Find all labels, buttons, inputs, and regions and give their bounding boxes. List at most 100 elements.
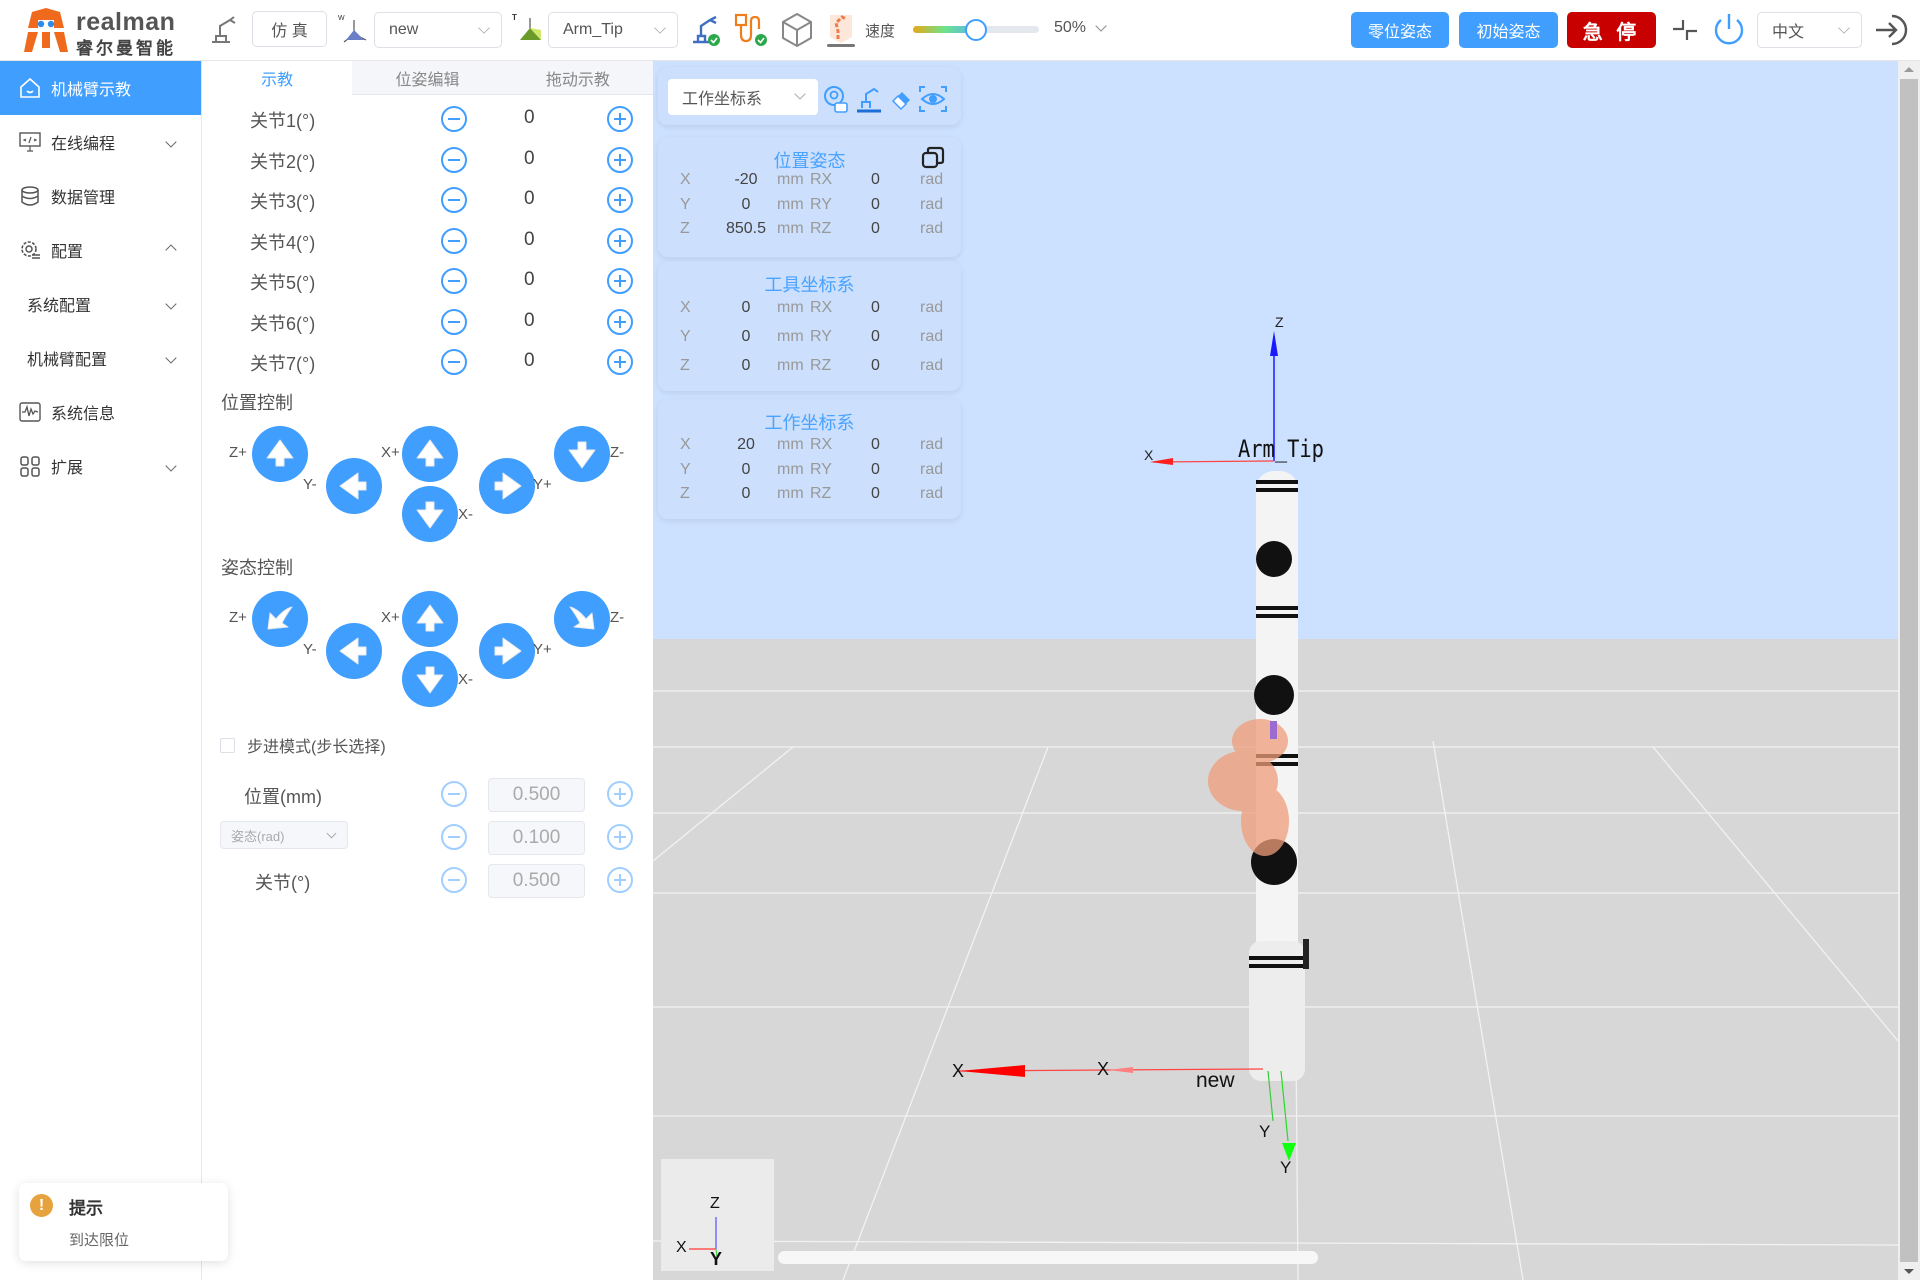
collision-robot-icon[interactable] <box>824 11 858 49</box>
frame-toolbar: 工作坐标系 <box>658 67 961 125</box>
viewport-horizontal-scrollbar[interactable] <box>778 1251 1318 1264</box>
position-y-minus-button[interactable] <box>326 458 382 514</box>
axis-unit: mm <box>777 436 804 453</box>
step-position-decrease-button[interactable] <box>441 781 467 807</box>
joint-increase-button[interactable] <box>607 308 633 335</box>
joint-increase-button[interactable] <box>607 227 633 254</box>
orientation-y-plus-button[interactable] <box>479 623 535 679</box>
step-unit-select[interactable]: 姿态(rad) <box>220 821 348 849</box>
orientation-z-plus-button[interactable] <box>252 591 308 647</box>
position-z-minus-button[interactable] <box>554 426 610 482</box>
joint-decrease-button[interactable] <box>441 349 467 375</box>
scroll-down-arrow-icon[interactable] <box>1904 1269 1914 1274</box>
robot-connected-icon[interactable] <box>690 12 722 48</box>
joint-increase-button[interactable] <box>607 349 633 375</box>
rotation-unit: rad <box>920 171 944 188</box>
orientation-y-minus-button[interactable] <box>326 623 382 679</box>
orientation-x-minus-button[interactable] <box>402 651 458 707</box>
arrow-rotr-icon <box>569 606 595 630</box>
robot-arm-icon[interactable] <box>208 14 238 46</box>
search-point-icon[interactable] <box>823 85 849 115</box>
tab-drag-teach[interactable]: 拖动示教 <box>502 61 653 95</box>
eraser-icon[interactable] <box>890 87 914 111</box>
arrow-down-icon <box>416 666 444 694</box>
tool-frame-select[interactable]: Arm_Tip <box>548 12 678 48</box>
rotation-unit: rad <box>920 357 944 374</box>
coordinate-frame-select[interactable]: 工作坐标系 <box>668 79 818 115</box>
chevron-down-icon <box>478 22 490 34</box>
view-eye-icon[interactable] <box>918 84 948 114</box>
vertical-scrollbar[interactable] <box>1898 61 1920 1280</box>
speed-dropdown-chevron-icon[interactable] <box>1095 20 1107 32</box>
scrollbar-thumb[interactable] <box>1900 79 1918 1262</box>
step-orientation-input[interactable]: 0.100 <box>488 821 585 855</box>
joint-decrease-button[interactable] <box>441 268 467 294</box>
joint-decrease-button[interactable] <box>441 187 467 213</box>
realman-logo-icon <box>24 8 68 52</box>
step-position-increase-button[interactable] <box>607 781 633 807</box>
io-connected-icon[interactable] <box>734 11 770 49</box>
language-select[interactable]: 中文 <box>1757 12 1862 48</box>
position-x-plus-button[interactable] <box>402 426 458 482</box>
joint-decrease-button[interactable] <box>441 146 467 173</box>
work-frame-select[interactable]: new <box>374 12 502 48</box>
step-mode-toggle[interactable]: 步进模式(步长选择) <box>220 733 386 757</box>
sidebar-item-arm-config[interactable]: 机械臂配置 <box>0 331 201 385</box>
toast-message: 到达限位 <box>69 1232 130 1249</box>
sidebar-item-online-programming[interactable]: 在线编程 <box>0 115 201 169</box>
rotation-unit: rad <box>920 220 944 237</box>
step-joint-decrease-button[interactable] <box>441 867 467 893</box>
sidebar-item-system-info[interactable]: 系统信息 <box>0 385 201 439</box>
step-orientation-decrease-button[interactable] <box>441 824 467 850</box>
orientation-x-plus-button[interactable] <box>402 591 458 647</box>
simulation-mode-button[interactable]: 仿 真 <box>252 11 327 47</box>
work-frame-value: new <box>389 21 419 38</box>
tab-pose-edit[interactable]: 位姿编辑 <box>352 61 503 95</box>
joint-increase-button[interactable] <box>607 146 633 173</box>
position-z-plus-button[interactable] <box>252 426 308 482</box>
tab-teach[interactable]: 示教 <box>202 61 353 95</box>
arrow-left-icon <box>339 472 367 500</box>
orientation-x-minus-label: X- <box>458 671 473 688</box>
chevron-down-icon <box>165 460 177 472</box>
orientation-z-minus-button[interactable] <box>554 591 610 647</box>
collapse-icon[interactable] <box>1670 14 1700 46</box>
joint-increase-button[interactable] <box>607 268 633 294</box>
scroll-up-arrow-icon[interactable] <box>1904 67 1914 72</box>
zero-pose-button[interactable]: 零位姿态 <box>1351 12 1449 48</box>
robot-teach-icon[interactable] <box>854 84 884 114</box>
step-position-input[interactable]: 0.500 <box>488 778 585 812</box>
base-x-label: X <box>952 1061 964 1081</box>
3d-cube-icon[interactable] <box>780 11 814 49</box>
initial-pose-button[interactable]: 初始姿态 <box>1459 12 1558 48</box>
sidebar-item-data-management[interactable]: 数据管理 <box>0 169 201 223</box>
joint-decrease-button[interactable] <box>441 308 467 335</box>
logout-icon[interactable] <box>1870 11 1908 49</box>
sidebar-item-config[interactable]: 配置 <box>0 223 201 277</box>
sidebar-item-arm-teach[interactable]: 机械臂示教 <box>0 61 201 115</box>
joint-row: 关节2(°) 0 <box>202 140 653 180</box>
joint-increase-button[interactable] <box>607 187 633 213</box>
joint-decrease-button[interactable] <box>441 106 467 132</box>
emergency-stop-button[interactable]: 急 停 <box>1567 12 1656 48</box>
sidebar-item-extensions[interactable]: 扩展 <box>0 439 201 493</box>
joint-increase-button[interactable] <box>607 106 633 132</box>
copy-icon[interactable] <box>921 146 945 170</box>
step-orientation-increase-button[interactable] <box>607 824 633 850</box>
step-joint-increase-button[interactable] <box>607 867 633 893</box>
sidebar: 机械臂示教 在线编程 数据管理 配置 系统配置 机械臂配置 系统信息 扩展 <box>0 61 202 1280</box>
joint-decrease-button[interactable] <box>441 227 467 254</box>
step-mode-checkbox[interactable] <box>220 737 235 753</box>
position-x-minus-button[interactable] <box>402 486 458 542</box>
step-joint-row: 关节(°) 0.500 <box>202 861 653 901</box>
speed-slider-handle[interactable] <box>965 19 987 41</box>
3d-viewport[interactable]: Z X Arm_Tip X X new Y Y 工作坐标系 位置姿态 X -20 mm… <box>653 61 1898 1280</box>
rotation-axis-label: RZ <box>810 220 832 237</box>
sidebar-item-system-config[interactable]: 系统配置 <box>0 277 201 331</box>
svg-text:T: T <box>512 13 517 22</box>
power-icon[interactable] <box>1711 11 1747 49</box>
position-y-plus-button[interactable] <box>479 458 535 514</box>
axis-label: Y <box>680 460 691 478</box>
speed-slider[interactable] <box>913 19 1039 41</box>
step-joint-input[interactable]: 0.500 <box>488 864 585 898</box>
